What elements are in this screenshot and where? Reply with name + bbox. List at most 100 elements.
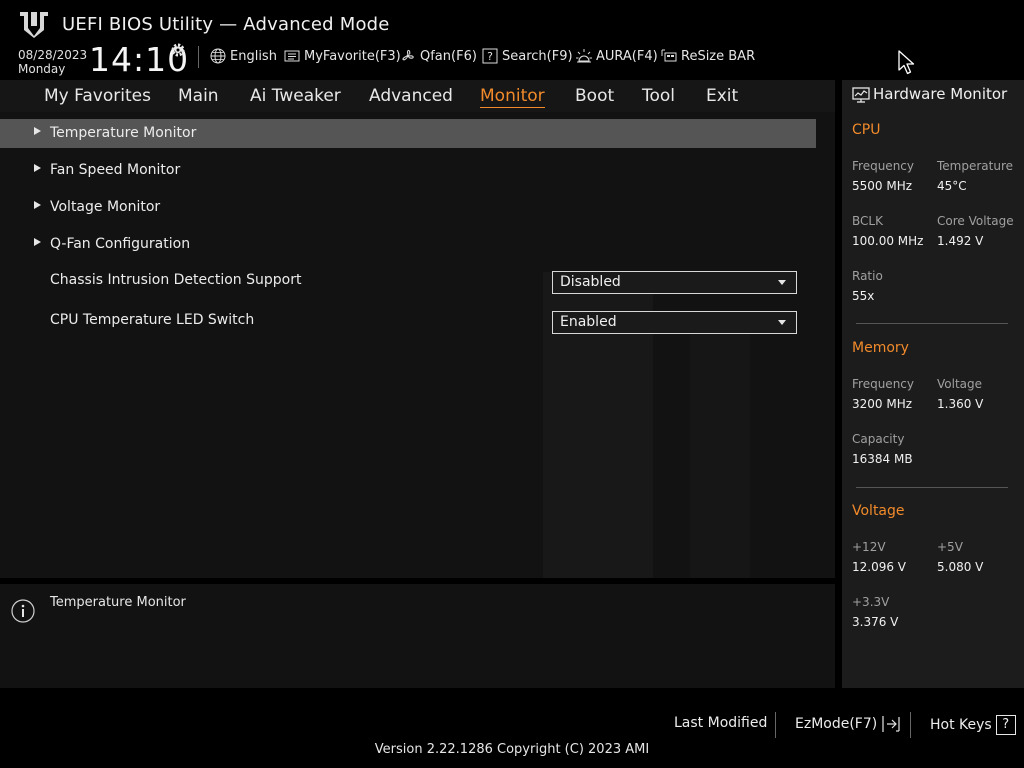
globe-icon (210, 48, 226, 64)
menu-item-qfan-configuration[interactable]: Q-Fan Configuration (0, 230, 816, 259)
resize-bar-button[interactable]: ReSize BAR (661, 48, 755, 64)
header-divider (198, 46, 199, 68)
memory-capacity-label: Capacity (852, 432, 905, 446)
memory-capacity-value: 16384 MB (852, 452, 913, 466)
language-label: English (230, 48, 277, 64)
submenu-arrow-icon (34, 238, 41, 246)
setting-label: Chassis Intrusion Detection Support (50, 272, 302, 288)
date-display[interactable]: 08/28/2023 Monday (18, 48, 87, 76)
chassis-intrusion-dropdown[interactable]: Disabled (552, 271, 797, 294)
menu-item-voltage-monitor[interactable]: Voltage Monitor (0, 193, 816, 222)
gear-icon[interactable] (170, 42, 186, 58)
last-modified-label: Last Modified (674, 715, 768, 731)
qfan-button[interactable]: Qfan(F6) (400, 48, 477, 64)
svg-text:?: ? (487, 50, 493, 63)
exit-arrow-icon (882, 716, 900, 732)
main-tab-bar: My Favorites Main Ai Tweaker Advanced Mo… (0, 80, 835, 112)
tab-advanced[interactable]: Advanced (369, 86, 453, 106)
menu-item-label: Voltage Monitor (50, 199, 161, 215)
cpu-temperature-label: Temperature (937, 159, 1014, 173)
search-label: Search(F9) (502, 48, 573, 64)
chevron-down-icon (778, 280, 786, 285)
monitor-icon (852, 87, 870, 103)
cpu-bclk-value: 100.00 MHz (852, 234, 924, 248)
version-text: Version 2.22.1286 Copyright (C) 2023 AMI (374, 742, 650, 757)
voltage-12v-label: +12V (852, 540, 886, 554)
help-description: Temperature Monitor (50, 595, 186, 610)
aura-button[interactable]: AURA(F4) (576, 48, 658, 64)
memory-frequency-value: 3200 MHz (852, 397, 913, 411)
chevron-down-icon (778, 320, 786, 325)
memory-section-title: Memory (852, 340, 909, 356)
search-help-icon: ? (482, 48, 498, 64)
section-divider (856, 487, 1008, 488)
search-button[interactable]: ? Search(F9) (482, 48, 573, 64)
tab-tool[interactable]: Tool (642, 86, 675, 106)
header-bar: UEFI BIOS Utility — Advanced Mode 08/28/… (0, 0, 1024, 80)
voltage-5v-value: 5.080 V (937, 560, 984, 574)
myfavorite-button[interactable]: MyFavorite(F3) (284, 48, 401, 64)
date-text: 08/28/2023 (18, 48, 88, 62)
footer-bar: Last Modified EzMode(F7) Hot Keys ? Vers… (0, 688, 1024, 768)
memory-frequency-label: Frequency (852, 377, 914, 391)
resize-bar-label: ReSize BAR (681, 48, 756, 64)
hardware-monitor-header[interactable]: Hardware Monitor (842, 80, 1024, 110)
tab-main[interactable]: Main (178, 86, 219, 106)
tab-my-favorites[interactable]: My Favorites (44, 86, 151, 106)
voltage-section-title: Voltage (852, 503, 905, 519)
submenu-arrow-icon (34, 164, 41, 172)
tab-monitor[interactable]: Monitor (480, 86, 545, 108)
hardware-monitor-title: Hardware Monitor (873, 85, 1008, 103)
background-pattern (690, 312, 750, 578)
voltage-3v3-value: 3.376 V (852, 615, 899, 629)
submenu-arrow-icon (34, 127, 41, 135)
resize-bar-icon (661, 49, 677, 62)
qfan-label: Qfan(F6) (420, 48, 477, 64)
cpu-frequency-value: 5500 MHz (852, 179, 913, 193)
favorite-list-icon (284, 50, 300, 62)
menu-item-fan-speed-monitor[interactable]: Fan Speed Monitor (0, 156, 816, 185)
memory-voltage-label: Voltage (937, 377, 983, 391)
setting-label: CPU Temperature LED Switch (50, 312, 255, 328)
cpu-core-voltage-label: Core Voltage (937, 214, 1014, 228)
menu-item-label: Fan Speed Monitor (50, 162, 181, 178)
memory-voltage-value: 1.360 V (937, 397, 984, 411)
voltage-3v3-label: +3.3V (852, 595, 890, 609)
tab-exit[interactable]: Exit (706, 86, 738, 106)
hot-keys-button[interactable]: Hot Keys ? (930, 715, 1016, 735)
fan-icon (402, 49, 414, 61)
tab-ai-tweaker[interactable]: Ai Tweaker (250, 86, 341, 106)
help-panel: Temperature Monitor (0, 584, 835, 688)
info-icon (11, 599, 35, 623)
myfavorite-label: MyFavorite(F3) (304, 48, 401, 64)
menu-item-label: Temperature Monitor (50, 125, 197, 141)
hot-keys-label: Hot Keys (930, 717, 992, 733)
footer-divider (910, 712, 911, 738)
menu-item-label: Q-Fan Configuration (50, 236, 191, 252)
dropdown-value: Enabled (560, 314, 617, 330)
language-button[interactable]: English (210, 48, 277, 64)
tab-boot[interactable]: Boot (575, 86, 614, 106)
submenu-arrow-icon (34, 201, 41, 209)
cpu-ratio-value: 55x (852, 289, 875, 303)
dropdown-value: Disabled (560, 274, 621, 290)
ezmode-button[interactable]: EzMode(F7) (795, 715, 903, 733)
voltage-12v-value: 12.096 V (852, 560, 907, 574)
app-title: UEFI BIOS Utility — Advanced Mode (62, 14, 390, 35)
mouse-cursor-icon (898, 50, 915, 75)
last-modified-button[interactable]: Last Modified (674, 715, 767, 731)
cpu-temp-led-dropdown[interactable]: Enabled (552, 311, 797, 334)
cpu-section-title: CPU (852, 122, 881, 138)
menu-item-temperature-monitor[interactable]: Temperature Monitor (0, 119, 816, 148)
cpu-temperature-value: 45°C (937, 179, 967, 193)
cpu-core-voltage-value: 1.492 V (937, 234, 984, 248)
section-divider (856, 323, 1008, 324)
cpu-frequency-label: Frequency (852, 159, 914, 173)
tuf-logo-icon (20, 12, 48, 38)
aura-light-icon (576, 49, 592, 63)
voltage-5v-label: +5V (937, 540, 963, 554)
day-text: Monday (18, 62, 66, 76)
ezmode-label: EzMode(F7) (795, 716, 878, 732)
aura-label: AURA(F4) (596, 48, 658, 64)
cpu-ratio-label: Ratio (852, 269, 883, 283)
